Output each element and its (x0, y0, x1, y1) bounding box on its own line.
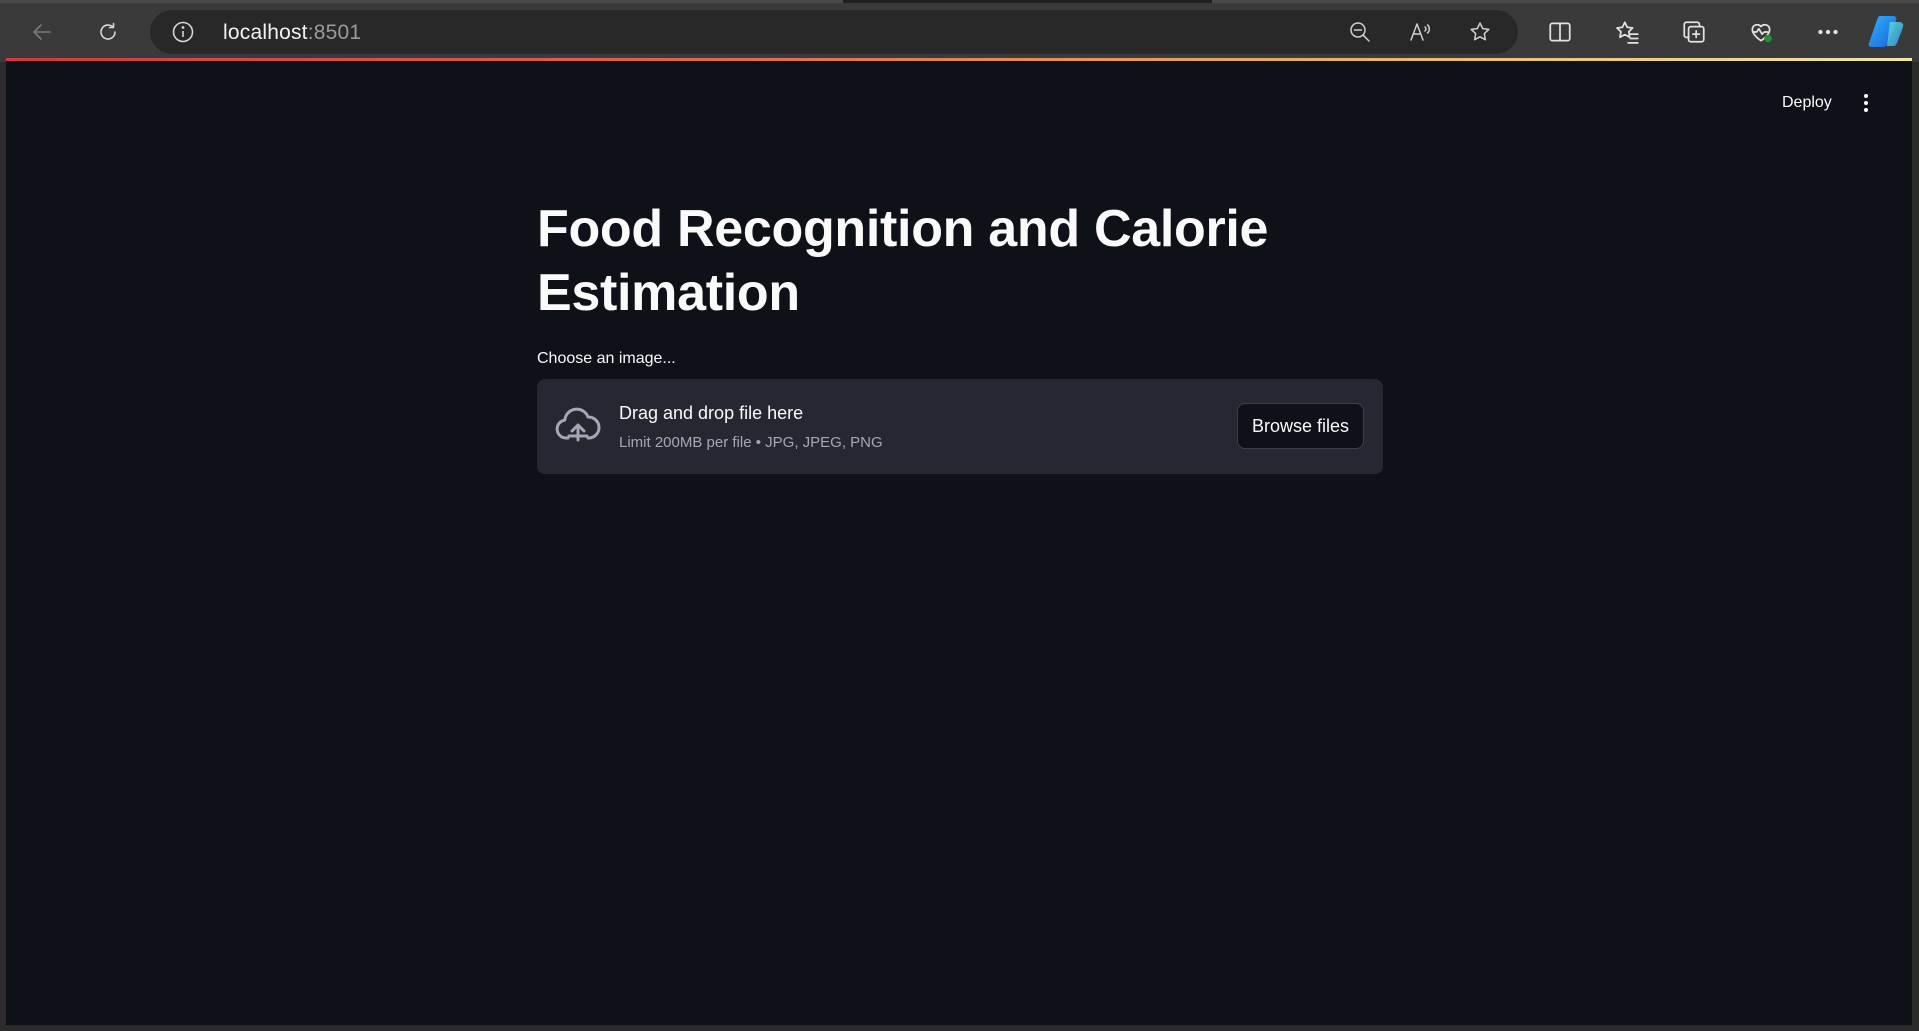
url-text[interactable]: localhost:8501 (223, 21, 361, 45)
address-bar[interactable]: localhost:8501 (150, 10, 1518, 54)
info-icon[interactable] (170, 19, 196, 45)
uploader-label: Choose an image... (537, 350, 676, 367)
browse-files-button[interactable]: Browse files (1236, 403, 1364, 449)
collections-icon[interactable] (1676, 14, 1712, 50)
browser-essentials-icon[interactable] (1743, 14, 1779, 50)
main-menu-icon[interactable] (1854, 89, 1878, 117)
read-aloud-icon[interactable] (1405, 18, 1435, 46)
file-limit-text: Limit 200MB per file • JPG, JPEG, PNG (619, 434, 883, 451)
deploy-button[interactable]: Deploy (1776, 89, 1838, 117)
refresh-icon[interactable] (88, 12, 128, 52)
tab-strip-edge (0, 0, 1919, 3)
page-title: Food Recognition and Calorie Estimation (537, 200, 1269, 322)
favorites-icon[interactable] (1609, 14, 1645, 50)
more-icon[interactable] (1810, 14, 1846, 50)
dropzone-instructions: Drag and drop file here (619, 403, 804, 423)
split-screen-icon[interactable] (1542, 14, 1578, 50)
back-arrow-icon[interactable] (22, 12, 62, 52)
main-content: Food Recognition and Calorie Estimation … (537, 197, 1383, 474)
window-frame-bottom (0, 1025, 1919, 1031)
copilot-icon[interactable] (1868, 14, 1906, 48)
app-viewport: Deploy Food Recognition and Calorie Esti… (6, 61, 1912, 1025)
star-icon[interactable] (1465, 18, 1495, 46)
zoom-out-icon[interactable] (1345, 18, 1375, 46)
file-dropzone[interactable]: Drag and drop file here Limit 200MB per … (537, 379, 1383, 474)
browser-toolbar: localhost:8501 (0, 0, 1919, 62)
cloud-upload-icon (555, 406, 601, 446)
